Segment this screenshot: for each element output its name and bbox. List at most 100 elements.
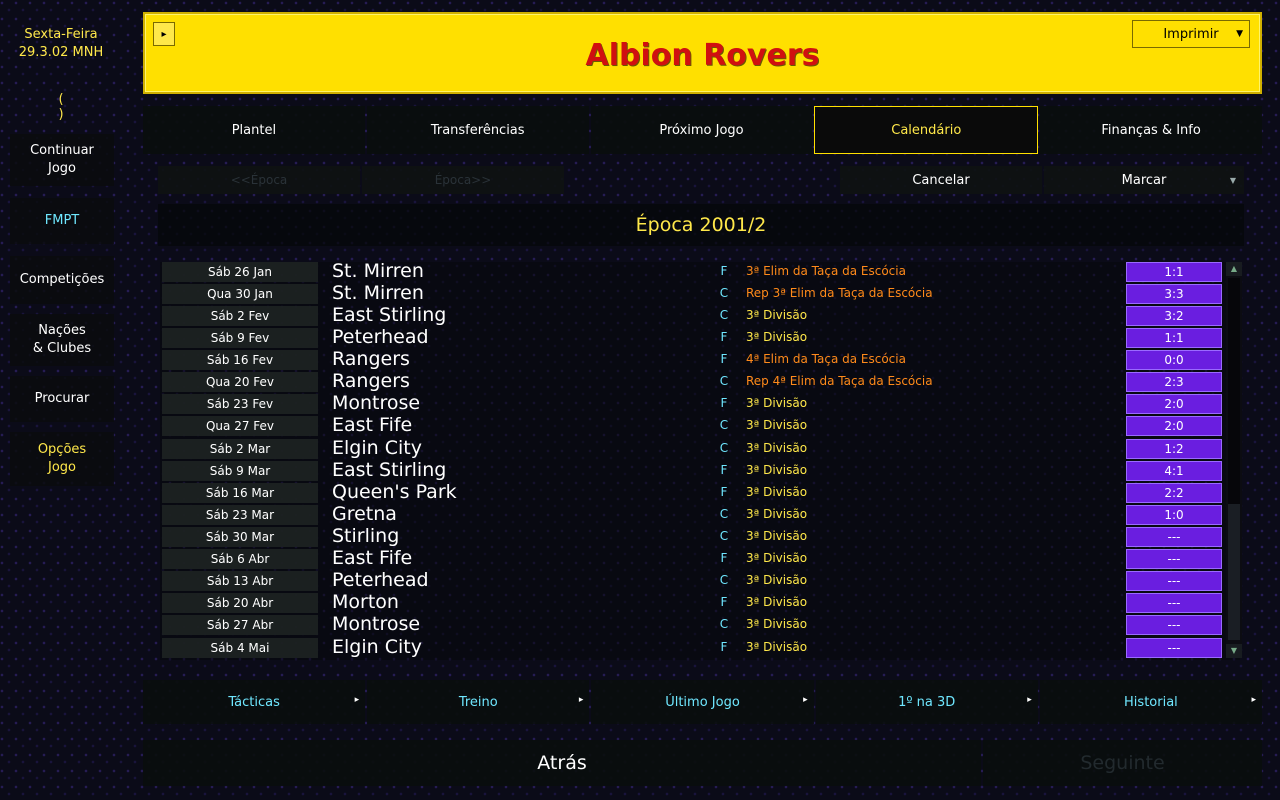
fixture-competition[interactable]: 3ª Divisão [746, 418, 807, 432]
fixture-row[interactable]: Sáb 16 Mar Queen's Park F 3ª Divisão 2:2 [160, 481, 1226, 504]
fixture-opponent[interactable]: Elgin City [332, 437, 422, 459]
fixture-score[interactable]: 4:1 [1126, 461, 1222, 481]
nations-clubs-button[interactable]: Nações & Clubes [10, 314, 114, 366]
fixture-competition[interactable]: 3ª Divisão [746, 308, 807, 322]
fixture-row[interactable]: Sáb 23 Fev Montrose F 3ª Divisão 2:0 [160, 392, 1226, 415]
fixture-row[interactable]: Sáb 9 Mar East Stirling F 3ª Divisão 4:1 [160, 459, 1226, 482]
fixture-opponent[interactable]: Morton [332, 591, 399, 613]
fixture-opponent[interactable]: Gretna [332, 503, 397, 525]
mark-button[interactable]: Marcar ▼ [1044, 166, 1244, 194]
fixture-opponent[interactable]: St. Mirren [332, 282, 424, 304]
fixture-competition[interactable]: 3ª Divisão [746, 640, 807, 654]
tab-league-leader[interactable]: 1º na 3D ▸ [815, 680, 1038, 724]
tab-training[interactable]: Treino ▸ [367, 680, 590, 724]
fixture-opponent[interactable]: Rangers [332, 370, 410, 392]
scroll-down-icon[interactable]: ▼ [1226, 644, 1242, 658]
fixture-score[interactable]: --- [1126, 638, 1222, 658]
fixture-competition[interactable]: 3ª Divisão [746, 507, 807, 521]
fixture-opponent[interactable]: Peterhead [332, 569, 429, 591]
fixture-competition[interactable]: 3ª Divisão [746, 330, 807, 344]
fixture-competition[interactable]: 3ª Divisão [746, 529, 807, 543]
fixture-score[interactable]: 2:0 [1126, 416, 1222, 436]
fixture-row[interactable]: Sáb 26 Jan St. Mirren F 3ª Elim da Taça da … [160, 260, 1226, 283]
competitions-button[interactable]: Competições [10, 256, 114, 304]
fixture-row[interactable]: Sáb 20 Abr Morton F 3ª Divisão --- [160, 591, 1226, 614]
fixture-opponent[interactable]: Stirling [332, 525, 399, 547]
fixture-score[interactable]: --- [1126, 593, 1222, 613]
fixture-opponent[interactable]: Rangers [332, 348, 410, 370]
fixture-score[interactable]: 1:2 [1126, 439, 1222, 459]
fixture-competition[interactable]: 4ª Elim da Taça da Escócia [746, 352, 906, 366]
tab-last-match[interactable]: Último Jogo ▸ [591, 680, 814, 724]
fixture-row[interactable]: Sáb 4 Mai Elgin City F 3ª Divisão --- [160, 636, 1226, 659]
next-season-button[interactable]: Época>> [362, 166, 564, 194]
fixture-row[interactable]: Sáb 16 Fev Rangers F 4ª Elim da Taça da Esc… [160, 348, 1226, 371]
cancel-button[interactable]: Cancelar [840, 166, 1042, 194]
fixture-score[interactable]: --- [1126, 549, 1222, 569]
tab-transfers[interactable]: Transferências [366, 106, 589, 154]
fixture-competition[interactable]: 3ª Divisão [746, 485, 807, 499]
scroll-up-icon[interactable]: ▲ [1226, 262, 1242, 276]
fixture-competition[interactable]: 3ª Elim da Taça da Escócia [746, 264, 906, 278]
fixture-opponent[interactable]: Peterhead [332, 326, 429, 348]
fixture-row[interactable]: Sáb 23 Mar Gretna C 3ª Divisão 1:0 [160, 503, 1226, 526]
fixtures-scrollbar[interactable]: ▲ ▼ [1226, 262, 1242, 658]
fixture-score[interactable]: 0:0 [1126, 350, 1222, 370]
fixture-opponent[interactable]: East Stirling [332, 459, 446, 481]
tab-tactics[interactable]: Tácticas ▸ [143, 680, 366, 724]
fixture-competition[interactable]: 3ª Divisão [746, 595, 807, 609]
fixture-opponent[interactable]: East Fife [332, 414, 412, 436]
fixture-competition[interactable]: 3ª Divisão [746, 617, 807, 631]
continue-game-button[interactable]: Continuar Jogo [10, 134, 114, 186]
fixture-opponent[interactable]: Montrose [332, 613, 420, 635]
tab-finances[interactable]: Finanças & Info [1040, 106, 1262, 154]
fixture-score[interactable]: 3:2 [1126, 306, 1222, 326]
fixture-opponent[interactable]: Queen's Park [332, 481, 457, 503]
fixture-competition[interactable]: Rep 3ª Elim da Taça da Escócia [746, 286, 933, 300]
fixture-row[interactable]: Sáb 2 Fev East Stirling C 3ª Divisão 3:2 [160, 304, 1226, 327]
fixture-score[interactable]: 3:3 [1126, 284, 1222, 304]
fixture-opponent[interactable]: East Fife [332, 547, 412, 569]
print-button[interactable]: Imprimir ▼ [1132, 20, 1250, 48]
fixture-competition[interactable]: 3ª Divisão [746, 463, 807, 477]
fixture-row[interactable]: Sáb 2 Mar Elgin City C 3ª Divisão 1:2 [160, 437, 1226, 460]
fixture-row[interactable]: Qua 20 Fev Rangers C Rep 4ª Elim da Taça da… [160, 370, 1226, 393]
fixture-row[interactable]: Sáb 9 Fev Peterhead F 3ª Divisão 1:1 [160, 326, 1226, 349]
tab-squad[interactable]: Plantel [143, 106, 365, 154]
tab-next-match[interactable]: Próximo Jogo [590, 106, 813, 154]
fixture-competition[interactable]: Rep 4ª Elim da Taça da Escócia [746, 374, 933, 388]
fixture-competition[interactable]: 3ª Divisão [746, 551, 807, 565]
game-options-button[interactable]: Opções Jogo [10, 432, 114, 486]
fixture-opponent[interactable]: St. Mirren [332, 260, 424, 282]
fixture-row[interactable]: Sáb 30 Mar Stirling C 3ª Divisão --- [160, 525, 1226, 548]
scroll-thumb[interactable] [1228, 504, 1240, 640]
fixture-score[interactable]: 1:1 [1126, 262, 1222, 282]
fixture-score[interactable]: 1:0 [1126, 505, 1222, 525]
tab-history[interactable]: Historial ▸ [1039, 680, 1263, 724]
fixture-opponent[interactable]: Elgin City [332, 636, 422, 658]
fixture-competition[interactable]: 3ª Divisão [746, 396, 807, 410]
tab-calendar[interactable]: Calendário [814, 106, 1039, 154]
fixture-row[interactable]: Qua 30 Jan St. Mirren C Rep 3ª Elim da Taça… [160, 282, 1226, 305]
search-button[interactable]: Procurar [10, 376, 114, 422]
fixture-score[interactable]: 2:3 [1126, 372, 1222, 392]
scroll-track[interactable] [1228, 278, 1240, 504]
fixture-row[interactable]: Sáb 6 Abr East Fife F 3ª Divisão --- [160, 547, 1226, 570]
fixture-competition[interactable]: 3ª Divisão [746, 573, 807, 587]
fixture-score[interactable]: --- [1126, 571, 1222, 591]
fixture-opponent[interactable]: Montrose [332, 392, 420, 414]
fixture-row[interactable]: Sáb 27 Abr Montrose C 3ª Divisão --- [160, 613, 1226, 636]
fixture-opponent[interactable]: East Stirling [332, 304, 446, 326]
fixture-score[interactable]: 2:0 [1126, 394, 1222, 414]
fixture-row[interactable]: Sáb 13 Abr Peterhead C 3ª Divisão --- [160, 569, 1226, 592]
prev-season-button[interactable]: <<Época [158, 166, 360, 194]
next-button[interactable]: Seguinte [983, 740, 1262, 786]
fixture-row[interactable]: Qua 27 Fev East Fife C 3ª Divisão 2:0 [160, 414, 1226, 437]
fixture-score[interactable]: 2:2 [1126, 483, 1222, 503]
fixture-score[interactable]: --- [1126, 527, 1222, 547]
fmpt-button[interactable]: FMPT [10, 198, 114, 244]
back-button[interactable]: Atrás [143, 740, 981, 786]
fixture-score[interactable]: --- [1126, 615, 1222, 635]
fixture-competition[interactable]: 3ª Divisão [746, 441, 807, 455]
fixture-score[interactable]: 1:1 [1126, 328, 1222, 348]
